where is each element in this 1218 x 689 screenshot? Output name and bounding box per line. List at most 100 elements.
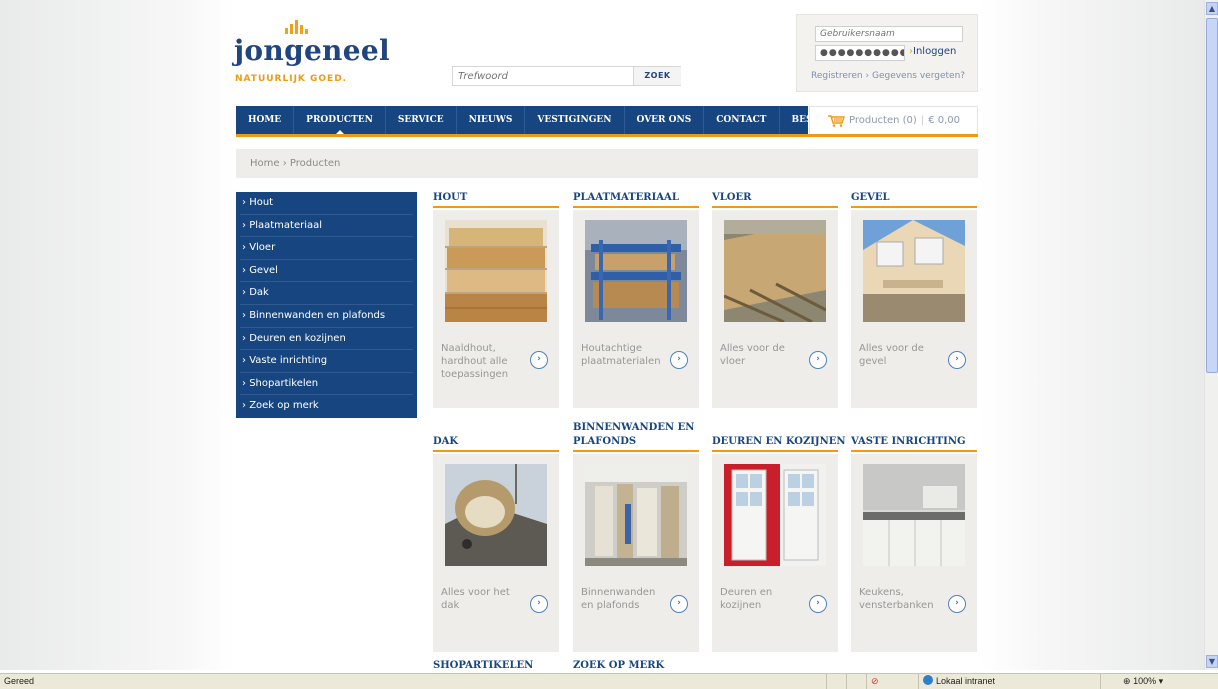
sidebar-item-deuren-en-kozijnen[interactable]: › Deuren en kozijnen — [240, 328, 413, 351]
chevron-right-icon[interactable]: › — [809, 351, 827, 369]
product-title[interactable]: SHOPARTIKELEN — [433, 659, 559, 670]
product-caption: Houtachtige plaatmaterialen — [581, 343, 661, 367]
status-bar: Gereed ⊘ Lokaal intranet ⊕ 100% ▾ — [0, 673, 1218, 689]
cart-icon — [828, 115, 845, 127]
nav-item-producten[interactable]: PRODUCTEN — [294, 106, 386, 134]
nav-item-home[interactable]: HOME — [236, 106, 295, 134]
status-cell-empty-1 — [826, 674, 844, 689]
logo-wordmark: jongeneel — [234, 34, 390, 67]
product-card[interactable]: Deuren en kozijnen › — [712, 454, 838, 652]
search-box: ZOEK — [452, 66, 681, 86]
sidebar-item-vaste-inrichting[interactable]: › Vaste inrichting — [240, 350, 413, 373]
sidebar-item-label: Deuren en kozijnen — [249, 332, 346, 344]
shopping-cart[interactable]: Producten (0) | € 0,00 — [809, 106, 978, 134]
nav-item-nieuws[interactable]: NIEUWS — [457, 106, 526, 134]
product-title[interactable]: GEVEL — [851, 191, 977, 208]
panel-rack-photo[interactable] — [585, 220, 687, 322]
product-card[interactable]: Houtachtige plaatmaterialen › — [573, 210, 699, 408]
login-link[interactable]: ›Inloggen — [909, 46, 956, 57]
chevron-right-icon[interactable]: › — [948, 595, 966, 613]
product-card[interactable]: Alles voor de vloer › — [712, 210, 838, 408]
status-text: Gereed — [4, 676, 35, 686]
account-links: Registreren › Gegevens vergeten? — [811, 71, 965, 81]
login-label: Inloggen — [913, 46, 957, 57]
nav-item-service[interactable]: SERVICE — [386, 106, 457, 134]
product-card[interactable]: Naaldhout, hardhout alle toepassingen › — [433, 210, 559, 408]
nav-item-vestigingen[interactable]: VESTIGINGEN — [525, 106, 625, 134]
chevron-right-icon[interactable]: › — [670, 595, 688, 613]
product-card[interactable]: Keukens, vensterbanken › — [851, 454, 977, 652]
chevron-right-icon[interactable]: › — [809, 595, 827, 613]
jongeneel-logo[interactable]: jongeneel NATUURLIJK GOED. — [234, 18, 434, 90]
product-title[interactable]: DEUREN EN KOZIJNEN — [712, 435, 846, 452]
nav-item-contact[interactable]: CONTACT — [704, 106, 780, 134]
sidebar-item-label: Vloer — [249, 242, 276, 254]
product-card[interactable]: Alles voor het dak › — [433, 454, 559, 652]
product-title[interactable]: ZOEK OP MERK — [573, 659, 699, 670]
sidebar-item-vloer[interactable]: › Vloer — [240, 237, 413, 260]
kitchen-photo[interactable] — [863, 464, 965, 566]
product-caption: Naaldhout, hardhout alle toepassingen — [441, 343, 509, 380]
product-caption: Deuren en kozijnen — [720, 587, 773, 611]
vertical-scrollbar[interactable]: ▲ ▼ — [1204, 0, 1218, 670]
browser-viewport: jongeneel NATUURLIJK GOED. ZOEK ›Inlogge… — [0, 0, 1204, 670]
sidebar-item-label: Zoek op merk — [249, 400, 319, 412]
sidebar-item-label: Binnenwanden en plafonds — [249, 309, 386, 321]
chevron-right-icon[interactable]: › — [948, 351, 966, 369]
scroll-down-icon[interactable]: ▼ — [1206, 655, 1218, 668]
product-caption: Keukens, vensterbanken — [859, 587, 934, 611]
product-caption: Alles voor de gevel — [859, 343, 924, 367]
forgot-link[interactable]: Gegevens vergeten? — [872, 71, 965, 81]
product-title[interactable]: BINNENWANDEN EN PLAFONDS — [573, 421, 699, 452]
search-input[interactable] — [453, 67, 631, 85]
roof-photo[interactable] — [445, 464, 547, 566]
sidebar-item-dak[interactable]: › Dak — [240, 282, 413, 305]
zoom-control[interactable]: ⊕ 100% ▾ — [1100, 674, 1218, 689]
product-title[interactable]: DAK — [433, 435, 559, 452]
sidebar-item-label: Gevel — [249, 264, 278, 276]
sidebar-item-binnenwanden-en-plafonds[interactable]: › Binnenwanden en plafonds — [240, 305, 413, 328]
breadcrumb-separator: › — [282, 158, 287, 169]
privacy-icon[interactable]: ⊘ — [866, 674, 916, 689]
product-title[interactable]: HOUT — [433, 191, 559, 208]
sidebar-item-label: Hout — [249, 197, 274, 208]
glass-doors-photo[interactable] — [724, 464, 826, 566]
floor-joists-photo[interactable] — [724, 220, 826, 322]
interior-wall-photo[interactable] — [585, 464, 687, 566]
house-facade-photo[interactable] — [863, 220, 965, 322]
chevron-right-icon[interactable]: › — [530, 595, 548, 613]
sidebar-item-shopartikelen[interactable]: › Shopartikelen — [240, 373, 413, 396]
sidebar-item-gevel[interactable]: › Gevel — [240, 260, 413, 283]
chevron-right-icon[interactable]: › — [530, 351, 548, 369]
sidebar-item-label: Plaatmateriaal — [249, 219, 323, 231]
username-field[interactable] — [815, 26, 963, 42]
search-button[interactable]: ZOEK — [633, 67, 681, 85]
product-title[interactable]: PLAATMATERIAAL — [573, 191, 699, 208]
register-link[interactable]: Registreren — [811, 71, 863, 81]
product-card[interactable]: Alles voor de gevel › — [851, 210, 977, 408]
sidebar-item-plaatmateriaal[interactable]: › Plaatmateriaal — [240, 215, 413, 238]
scroll-up-icon[interactable]: ▲ — [1206, 2, 1218, 15]
nav-item-over-ons[interactable]: OVER ONS — [625, 106, 705, 134]
breadcrumb-current: Producten — [289, 158, 341, 169]
product-title[interactable]: VASTE INRICHTING — [851, 435, 977, 452]
scroll-thumb[interactable] — [1206, 18, 1218, 373]
links-separator: › — [865, 71, 870, 81]
product-caption: Alles voor het dak — [441, 587, 510, 611]
main-navigation: HOME PRODUCTEN SERVICE NIEUWS VESTIGINGEN OVE… — [236, 106, 867, 134]
product-card[interactable]: Binnenwanden en plafonds › — [573, 454, 699, 652]
chevron-right-icon[interactable]: › — [670, 351, 688, 369]
logo-tagline: NATUURLIJK GOED. — [235, 74, 348, 84]
sidebar-item-hout[interactable]: › Hout — [240, 192, 413, 215]
status-cell-empty-2 — [846, 674, 864, 689]
login-panel: ›Inloggen Registreren › Gegevens vergete… — [796, 14, 978, 92]
sidebar-item-label: Shopartikelen — [249, 377, 319, 389]
stacked-lumber-photo[interactable] — [445, 220, 547, 322]
zoom-value: 100% — [1133, 676, 1157, 686]
password-field[interactable] — [815, 45, 905, 61]
product-title[interactable]: VLOER — [712, 191, 838, 208]
breadcrumb: Home › Producten — [236, 149, 978, 178]
sidebar-item-zoek-op-merk[interactable]: › Zoek op merk — [240, 395, 413, 418]
breadcrumb-home[interactable]: Home — [250, 158, 280, 169]
category-sidebar: › Hout › Plaatmateriaal › Vloer › Gevel › Da… — [236, 192, 417, 418]
